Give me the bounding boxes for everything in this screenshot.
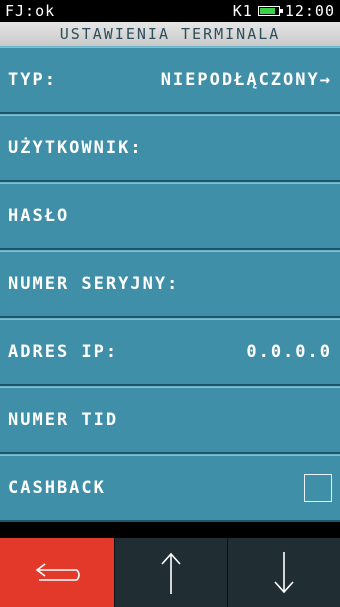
clock: 12:00: [284, 2, 335, 20]
row-ip-label: ADRES IP:: [8, 341, 119, 362]
scroll-up-button[interactable]: [114, 538, 227, 607]
row-cashback[interactable]: CASHBACK: [0, 454, 340, 522]
row-serial-label: NUMER SERYJNY:: [8, 273, 180, 294]
back-arrow-icon: [35, 562, 80, 581]
status-bar: FJ:ok K1 12:00: [0, 0, 340, 22]
row-type[interactable]: TYP: NIEPODŁĄCZONY→: [0, 46, 340, 114]
row-serial[interactable]: NUMER SERYJNY:: [0, 250, 340, 318]
back-button[interactable]: [0, 538, 114, 607]
bottom-nav: [0, 538, 340, 607]
row-ip[interactable]: ADRES IP: 0.0.0.0: [0, 318, 340, 386]
battery-icon: [257, 6, 283, 16]
fiscal-status: FJ:ok: [5, 2, 56, 20]
row-password[interactable]: HASŁO: [0, 182, 340, 250]
arrow-up-icon: [161, 552, 181, 594]
row-tid[interactable]: NUMER TID: [0, 386, 340, 454]
chevron-right-icon: →: [319, 69, 332, 90]
settings-list: TYP: NIEPODŁĄCZONY→ UŻYTKOWNIK: HASŁO NU…: [0, 46, 340, 522]
row-ip-value: 0.0.0.0: [246, 341, 332, 362]
row-user-label: UŻYTKOWNIK:: [8, 137, 143, 158]
page-title: USTAWIENIA TERMINALA: [0, 22, 340, 46]
row-tid-label: NUMER TID: [8, 409, 119, 430]
row-password-label: HASŁO: [8, 205, 70, 226]
row-cashback-label: CASHBACK: [8, 477, 106, 498]
type-value-text: NIEPODŁĄCZONY: [160, 69, 320, 90]
status-right: K1 12:00: [233, 2, 335, 20]
channel-label: K1: [232, 2, 253, 20]
row-user[interactable]: UŻYTKOWNIK:: [0, 114, 340, 182]
row-type-label: TYP:: [8, 69, 57, 90]
cashback-checkbox[interactable]: [304, 473, 332, 502]
arrow-down-icon: [274, 551, 294, 593]
row-type-value: NIEPODŁĄCZONY→: [161, 70, 332, 90]
scroll-down-button[interactable]: [227, 538, 340, 607]
